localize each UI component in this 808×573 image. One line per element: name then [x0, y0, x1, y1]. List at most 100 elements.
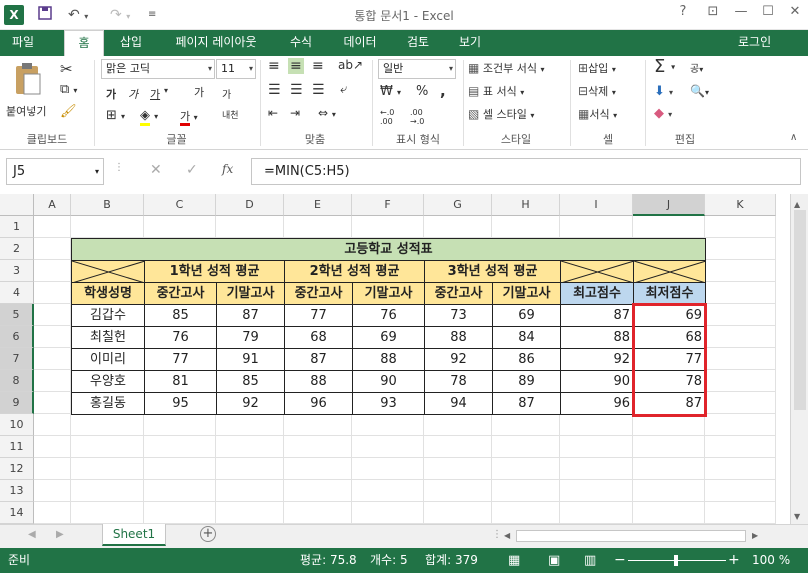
normal-view-icon[interactable]: ▦: [508, 548, 520, 573]
tab-page-layout[interactable]: 페이지 레이아웃: [165, 30, 267, 56]
score-cell[interactable]: 69: [492, 304, 561, 327]
score-cell[interactable]: 79: [216, 326, 285, 349]
align-center-icon[interactable]: ☰: [290, 82, 303, 98]
row-header-6[interactable]: 6: [0, 326, 34, 348]
cell[interactable]: [705, 436, 776, 458]
cell[interactable]: [34, 458, 71, 480]
scroll-up-icon[interactable]: ▲: [794, 200, 800, 209]
cell[interactable]: [705, 238, 776, 260]
cell[interactable]: [633, 480, 705, 502]
column-label[interactable]: 중간고사: [144, 282, 217, 305]
vertical-scrollbar[interactable]: ▲ ▼: [790, 194, 808, 524]
cell[interactable]: [34, 436, 71, 458]
scroll-down-icon[interactable]: ▼: [794, 512, 800, 521]
student-name[interactable]: 이미리: [71, 348, 145, 371]
cell[interactable]: [424, 436, 492, 458]
cancel-icon[interactable]: ✕: [150, 162, 162, 178]
cell[interactable]: [705, 216, 776, 238]
cell[interactable]: [144, 458, 216, 480]
column-header-h[interactable]: H: [492, 194, 560, 216]
cell[interactable]: [705, 458, 776, 480]
underline-button[interactable]: 가: [150, 86, 160, 102]
formula-input[interactable]: =MIN(C5:H5): [251, 158, 801, 185]
cell[interactable]: [560, 216, 633, 238]
year2-header[interactable]: 2학년 성적 평균: [284, 260, 425, 283]
format-cells-button[interactable]: ▦서식 ▾: [578, 106, 617, 122]
score-cell[interactable]: 93: [352, 392, 425, 415]
cell[interactable]: [34, 480, 71, 502]
font-name-select[interactable]: 맑은 고딕 ▾: [101, 59, 215, 79]
cell[interactable]: [705, 502, 776, 524]
score-cell[interactable]: 68: [284, 326, 353, 349]
cell[interactable]: [560, 436, 633, 458]
tab-review[interactable]: 검토: [398, 30, 438, 56]
cell[interactable]: [424, 480, 492, 502]
cell[interactable]: [424, 414, 492, 436]
score-cell[interactable]: 86: [492, 348, 561, 371]
cell[interactable]: [216, 480, 284, 502]
score-cell[interactable]: 78: [424, 370, 493, 393]
cell[interactable]: [633, 502, 705, 524]
align-right-icon[interactable]: ☰: [312, 82, 325, 98]
tab-home[interactable]: 홈: [64, 30, 104, 56]
row-header-14[interactable]: 14: [0, 502, 34, 524]
score-cell[interactable]: 87: [492, 392, 561, 415]
orientation-icon[interactable]: ab↗: [338, 58, 363, 72]
row-header-10[interactable]: 10: [0, 414, 34, 436]
cell[interactable]: [705, 282, 776, 304]
cell[interactable]: [216, 458, 284, 480]
diagonal-header-cell[interactable]: [71, 260, 145, 283]
cell[interactable]: [492, 216, 560, 238]
number-format-select[interactable]: 일반 ▾: [378, 59, 456, 79]
cut-icon[interactable]: ✂: [60, 60, 73, 78]
maximize-icon[interactable]: ☐: [755, 4, 781, 19]
cell[interactable]: [352, 414, 424, 436]
cell[interactable]: [216, 502, 284, 524]
min-score-cell[interactable]: 68: [633, 326, 706, 349]
score-cell[interactable]: 73: [424, 304, 493, 327]
fill-icon[interactable]: ⬇ ▾: [654, 84, 673, 99]
format-as-table-button[interactable]: ▤ 표 서식 ▾: [468, 83, 524, 99]
conditional-format-button[interactable]: ▦ 조건부 서식 ▾: [468, 60, 544, 76]
decrease-indent-icon[interactable]: ⇤: [268, 106, 278, 120]
row-header-7[interactable]: 7: [0, 348, 34, 370]
cell[interactable]: [284, 480, 352, 502]
tab-formulas[interactable]: 수식: [280, 30, 322, 56]
max-score-cell[interactable]: 96: [560, 392, 634, 415]
tab-data[interactable]: 데이터: [335, 30, 385, 56]
collapse-ribbon-icon[interactable]: ∧: [790, 132, 797, 143]
align-top-icon[interactable]: ≡: [268, 58, 280, 74]
score-cell[interactable]: 69: [352, 326, 425, 349]
cell[interactable]: [284, 458, 352, 480]
shrink-font-button[interactable]: 가: [222, 86, 231, 101]
format-painter-icon[interactable]: 🖌: [60, 104, 77, 119]
help-icon[interactable]: ?: [670, 4, 696, 19]
zoom-level[interactable]: 100 %: [752, 548, 790, 573]
column-header-k[interactable]: K: [705, 194, 776, 216]
column-header-a[interactable]: A: [34, 194, 71, 216]
student-name[interactable]: 홍길동: [71, 392, 145, 415]
prev-sheet-icon[interactable]: ◀: [28, 529, 36, 540]
cell[interactable]: [34, 370, 71, 392]
row-header-5[interactable]: 5: [0, 304, 34, 326]
wrap-text-icon[interactable]: ⤶: [340, 82, 347, 97]
score-cell[interactable]: 76: [144, 326, 217, 349]
column-header-f[interactable]: F: [352, 194, 424, 216]
column-label[interactable]: 기말고사: [352, 282, 425, 305]
cell[interactable]: [705, 370, 776, 392]
cell[interactable]: [284, 436, 352, 458]
score-cell[interactable]: 77: [144, 348, 217, 371]
copy-icon[interactable]: ⧉ ▾: [60, 82, 77, 97]
next-sheet-icon[interactable]: ▶: [56, 529, 64, 540]
score-cell[interactable]: 90: [352, 370, 425, 393]
cell[interactable]: [144, 502, 216, 524]
insert-function-icon[interactable]: fx: [222, 162, 233, 176]
find-select-button[interactable]: 🔍▾: [690, 84, 709, 98]
cell[interactable]: [633, 414, 705, 436]
cell[interactable]: [71, 436, 144, 458]
column-label[interactable]: 중간고사: [424, 282, 493, 305]
cell[interactable]: [424, 216, 492, 238]
column-label[interactable]: 학생성명: [71, 282, 145, 305]
increase-indent-icon[interactable]: ⇥: [290, 106, 300, 120]
increase-decimal-button[interactable]: ←.0 .00: [380, 108, 394, 126]
